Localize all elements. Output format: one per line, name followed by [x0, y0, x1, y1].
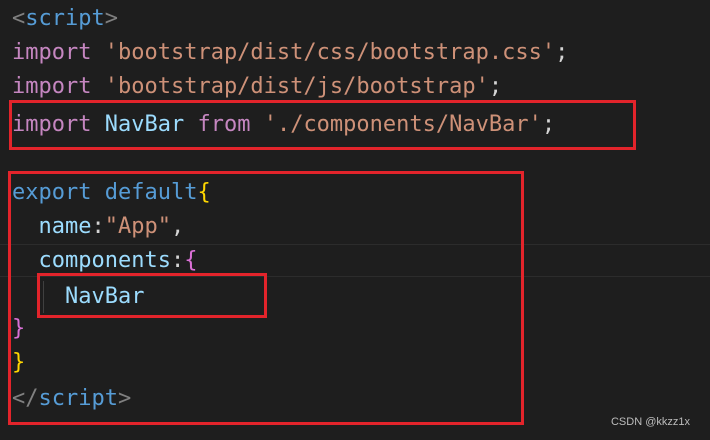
semicolon: ;	[488, 74, 503, 99]
code-line-3: import 'bootstrap/dist/js/bootstrap';	[12, 70, 502, 104]
highlight-box-navbar	[37, 273, 267, 318]
tag-open-bracket: <	[12, 6, 26, 31]
tag-close-bracket: >	[104, 6, 118, 31]
import-keyword: import	[12, 40, 92, 65]
semicolon: ;	[555, 40, 569, 65]
highlight-box-import	[9, 100, 636, 150]
import-path-string: 'bootstrap/dist/js/bootstrap'	[104, 74, 489, 99]
import-keyword: import	[12, 74, 92, 99]
code-line-1: <script>	[12, 2, 118, 36]
code-editor[interactable]: <script> import 'bootstrap/dist/css/boot…	[0, 0, 710, 440]
code-line-2: import 'bootstrap/dist/css/bootstrap.css…	[12, 36, 568, 70]
import-path-string: 'bootstrap/dist/css/bootstrap.css'	[104, 40, 556, 65]
watermark: CSDN @kkzz1x	[610, 416, 690, 428]
tag-name: script	[25, 6, 105, 31]
